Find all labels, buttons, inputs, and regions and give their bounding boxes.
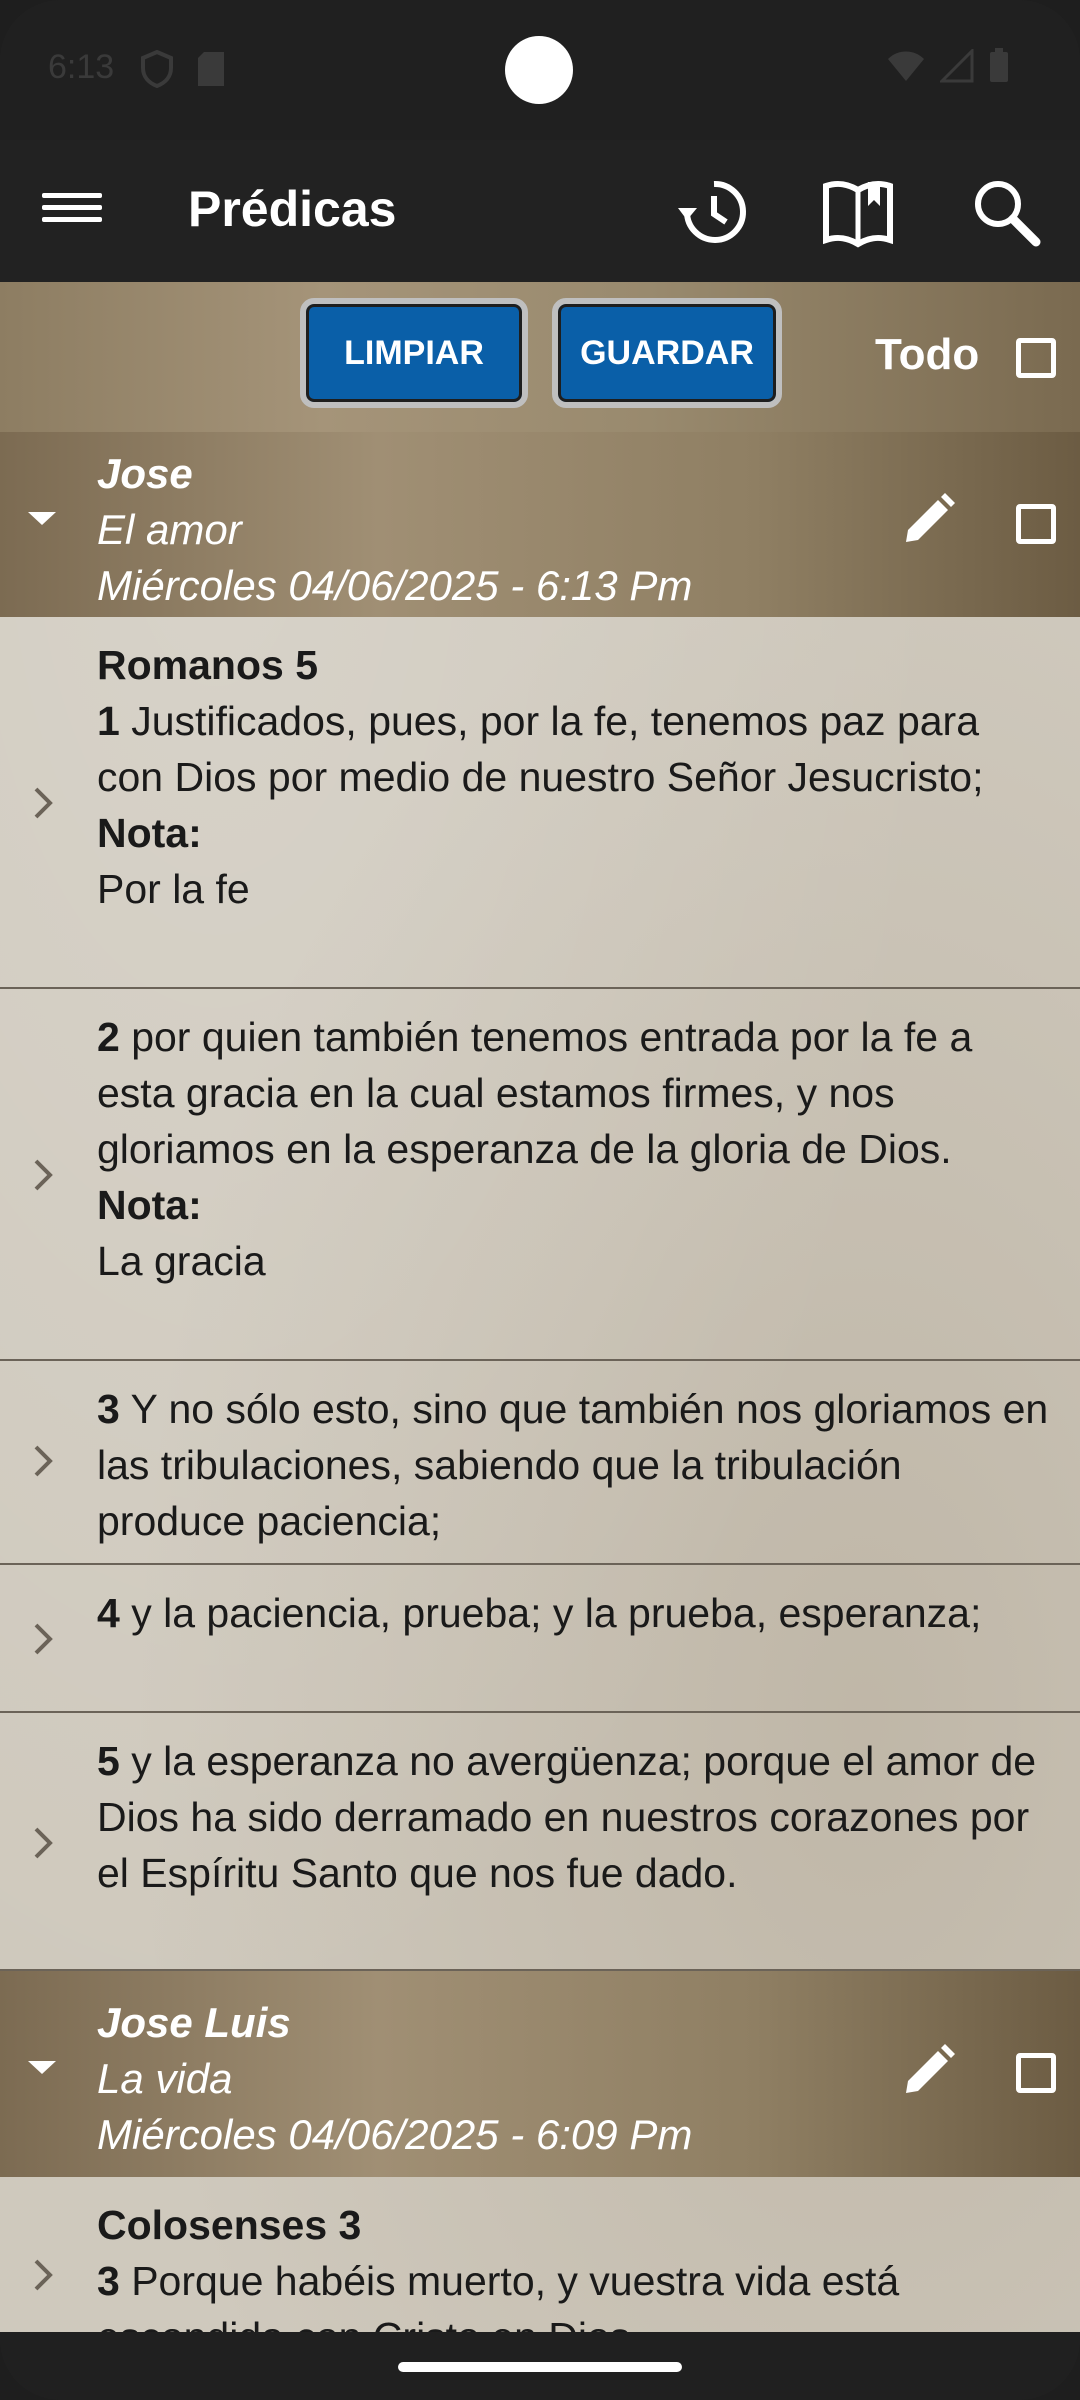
verse-text: 3 Y no sólo esto, sino que también nos g… xyxy=(97,1381,1050,1549)
verse-text: 2 por quien también tenemos entrada por … xyxy=(97,1009,1050,1177)
history-icon[interactable] xyxy=(672,172,752,252)
sermon-info: Jose Luis La vida Miércoles 04/06/2025 -… xyxy=(97,1995,692,2163)
sermon-author: Jose Luis xyxy=(97,1999,291,2046)
verse-reference: Romanos 5 xyxy=(97,642,318,688)
verse-body: y la esperanza no avergüenza; porque el … xyxy=(97,1738,1037,1896)
battery-icon xyxy=(990,48,1008,82)
sim-card-icon xyxy=(198,52,224,86)
verse-reference: Colosenses 3 xyxy=(97,2202,362,2248)
status-left-icons xyxy=(140,50,226,88)
verse-item[interactable]: 4 y la paciencia, prueba; y la prueba, e… xyxy=(0,1565,1080,1713)
sermon-date: Miércoles 04/06/2025 - 6:09 Pm xyxy=(97,2111,693,2158)
note-text: La gracia xyxy=(97,1238,266,1284)
sermon-group-header[interactable]: Jose Luis La vida Miércoles 04/06/2025 -… xyxy=(0,1971,1080,2177)
select-all-checkbox[interactable] xyxy=(1016,338,1056,378)
chevron-right-icon[interactable] xyxy=(30,2255,58,2295)
verse-item[interactable]: 2 por quien también tenemos entrada por … xyxy=(0,989,1080,1361)
sermon-author: Jose xyxy=(97,450,193,497)
sermon-list: LIMPIAR GUARDAR Todo Jose El amor Miérco… xyxy=(0,282,1080,2332)
book-icon[interactable] xyxy=(818,172,898,252)
verse-body: por quien también tenemos entrada por la… xyxy=(97,1014,973,1172)
sermon-checkbox[interactable] xyxy=(1016,504,1056,544)
verse-body: y la paciencia, prueba; y la prueba, esp… xyxy=(119,1590,982,1636)
save-button[interactable]: GUARDAR xyxy=(552,298,782,408)
status-time: 6:13 xyxy=(48,48,115,86)
phone-screen: 6:13 Prédicas LIMPIAR GUARDAR Todo Jose … xyxy=(0,0,1080,2400)
status-bar: 6:13 xyxy=(0,0,1080,140)
note-label: Nota: xyxy=(97,810,202,856)
clear-button[interactable]: LIMPIAR xyxy=(300,298,528,408)
system-navigation-bar xyxy=(0,2332,1080,2400)
verse-number: 5 xyxy=(97,1738,120,1784)
sermon-info: Jose El amor Miércoles 04/06/2025 - 6:13… xyxy=(97,446,692,614)
verse-number: 2 xyxy=(97,1014,120,1060)
wifi-icon xyxy=(888,51,924,81)
edit-icon[interactable] xyxy=(898,2041,958,2101)
search-icon[interactable] xyxy=(966,172,1046,252)
verse-item[interactable]: 3 Y no sólo esto, sino que también nos g… xyxy=(0,1361,1080,1565)
sermon-group-header[interactable]: Jose El amor Miércoles 04/06/2025 - 6:13… xyxy=(0,432,1080,617)
action-toolbar: LIMPIAR GUARDAR Todo xyxy=(0,282,1080,432)
note-text: Por la fe xyxy=(97,866,250,912)
verse-text: 4 y la paciencia, prueba; y la prueba, e… xyxy=(97,1585,1050,1641)
verse-body: Porque habéis muerto, y vuestra vida est… xyxy=(97,2258,900,2332)
sermon-date: Miércoles 04/06/2025 - 6:13 Pm xyxy=(97,562,693,609)
sermon-topic: La vida xyxy=(97,2055,233,2102)
chevron-right-icon[interactable] xyxy=(30,1823,58,1863)
verse-number: 1 xyxy=(97,698,120,744)
collapse-caret-icon[interactable] xyxy=(28,2061,56,2074)
verse-item[interactable]: 5 y la esperanza no avergüenza; porque e… xyxy=(0,1713,1080,1971)
menu-icon[interactable] xyxy=(42,186,102,236)
verse-item[interactable]: Romanos 5 1 Justificados, pues, por la f… xyxy=(0,617,1080,989)
verse-body: Y no sólo esto, sino que también nos glo… xyxy=(97,1386,1049,1544)
signal-icon xyxy=(940,49,974,83)
shield-icon xyxy=(141,50,173,88)
verse-item[interactable]: Colosenses 3 3 Porque habéis muerto, y v… xyxy=(0,2177,1080,2332)
verse-body: Justificados, pues, por la fe, tenemos p… xyxy=(97,698,984,800)
select-all-label: Todo xyxy=(875,330,980,379)
verse-number: 4 xyxy=(97,1590,120,1636)
app-bar: Prédicas xyxy=(0,140,1080,282)
chevron-right-icon[interactable] xyxy=(30,783,58,823)
sermon-topic: El amor xyxy=(97,506,242,553)
front-camera xyxy=(505,36,573,104)
verse-text: 5 y la esperanza no avergüenza; porque e… xyxy=(97,1733,1050,1901)
chevron-right-icon[interactable] xyxy=(30,1619,58,1659)
verse-text: 1 Justificados, pues, por la fe, tenemos… xyxy=(97,693,1050,805)
chevron-right-icon[interactable] xyxy=(30,1441,58,1481)
collapse-caret-icon[interactable] xyxy=(28,512,56,525)
edit-icon[interactable] xyxy=(898,490,958,550)
sermon-checkbox[interactable] xyxy=(1016,2053,1056,2093)
home-gesture-handle[interactable] xyxy=(398,2362,682,2372)
page-title: Prédicas xyxy=(188,181,397,237)
verse-number: 3 xyxy=(97,1386,120,1432)
status-right-icons xyxy=(886,48,1010,84)
chevron-right-icon[interactable] xyxy=(30,1155,58,1195)
verse-text: 3 Porque habéis muerto, y vuestra vida e… xyxy=(97,2253,1050,2332)
verse-number: 3 xyxy=(97,2258,120,2304)
note-label: Nota: xyxy=(97,1182,202,1228)
